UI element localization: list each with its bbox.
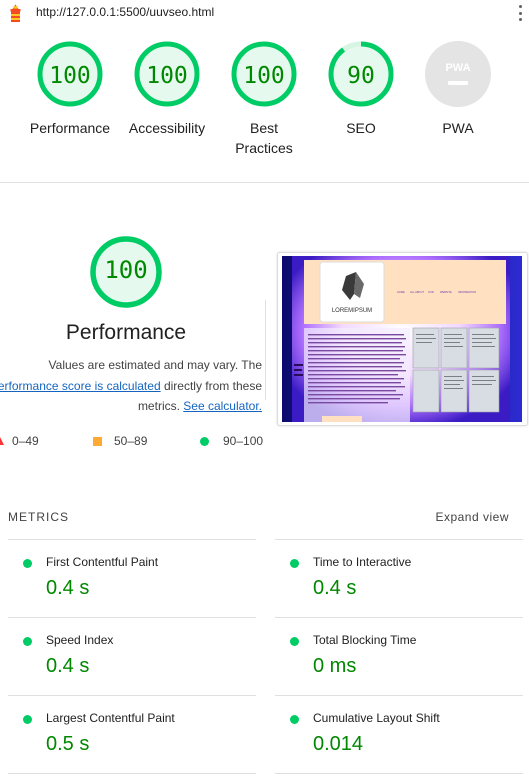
pass-circle-icon	[290, 715, 299, 724]
gauge-accessibility[interactable]: 100 Accessibility	[117, 40, 217, 138]
url-bar: http://127.0.0.1:5500/uuvseo.html	[0, 0, 529, 26]
metric-value: 0.014	[313, 733, 364, 755]
metric-value: 0.5 s	[46, 733, 90, 755]
gauge-score: 100	[243, 63, 285, 89]
pwa-icon: PWA	[425, 41, 491, 107]
metric-first-contentful-paint: First Contentful Paint 0.4 s	[8, 540, 248, 616]
pass-circle-icon	[200, 436, 209, 446]
score-legend: 0–49 50–89 90–100	[0, 431, 529, 451]
metric-speed-index: Speed Index 0.4 s	[8, 618, 248, 694]
legend-pass: 90–100	[200, 434, 263, 448]
metric-value: 0.4 s	[313, 577, 357, 599]
pass-circle-icon	[23, 715, 32, 724]
metric-cumulative-layout-shift: Cumulative Layout Shift 0.014	[275, 696, 515, 772]
expand-view-button[interactable]: Expand view	[435, 510, 509, 524]
metric-largest-contentful-paint: Largest Contentful Paint 0.5 s	[8, 696, 248, 772]
gauge-performance[interactable]: 100 Performance	[20, 40, 120, 138]
divider	[265, 300, 266, 400]
gauge-label: PWA	[442, 120, 474, 136]
legend-average: 50–89	[93, 434, 147, 448]
pass-circle-icon	[23, 559, 32, 568]
legend-range: 50–89	[114, 434, 148, 448]
gauge-seo[interactable]: 90 SEO	[311, 40, 411, 138]
metric-title: First Contentful Paint	[46, 555, 159, 569]
metric-total-blocking-time: Total Blocking Time 0 ms	[275, 618, 515, 694]
divider	[0, 182, 529, 183]
final-screenshot: LOREMIPSUM HOME ALL ABOUT OUR WEBSITE IN…	[282, 256, 522, 422]
average-square-icon	[93, 436, 102, 446]
svg-text:PWA: PWA	[445, 62, 470, 74]
desc-text: Values are estimated and may vary. The	[48, 358, 262, 372]
screenshot-nav-item: OUR	[428, 290, 434, 294]
screenshot-nav-item: ALL ABOUT	[410, 290, 424, 294]
gauge-best-practices[interactable]: 100 Best Practices	[214, 40, 314, 158]
pass-circle-icon	[290, 637, 299, 646]
gauge-score: 100	[104, 256, 148, 284]
gauge-label: Best Practices	[235, 120, 293, 156]
pass-circle-icon	[23, 637, 32, 646]
metric-value: 0 ms	[313, 655, 357, 677]
page-url: http://127.0.0.1:5500/uuvseo.html	[36, 5, 215, 19]
gauge-label: Accessibility	[128, 120, 206, 136]
gauge-label: SEO	[346, 120, 376, 136]
screenshot-nav-item: WEBSITE	[440, 290, 452, 294]
legend-fail: 0–49	[0, 434, 39, 448]
screenshot-nav-item: HOME	[397, 290, 405, 294]
gauge-pwa[interactable]: PWA PWA	[408, 40, 508, 138]
metric-title: Total Blocking Time	[313, 633, 417, 647]
gauge-score: 90	[347, 63, 375, 89]
metric-value: 0.4 s	[46, 655, 90, 677]
metric-title: Speed Index	[46, 633, 114, 647]
divider	[8, 773, 256, 774]
metric-title: Time to Interactive	[313, 555, 412, 569]
legend-range: 90–100	[223, 434, 264, 448]
see-calculator-link[interactable]: See calculator.	[183, 399, 262, 413]
screenshot-nav-item: INFORMATION	[458, 290, 476, 294]
metrics-header: METRICS	[8, 510, 69, 524]
gauge-score: 100	[49, 63, 91, 89]
lighthouse-logo-icon	[10, 4, 21, 22]
divider	[275, 773, 523, 774]
metric-value: 0.4 s	[46, 577, 90, 599]
gauge-label: Performance	[29, 120, 111, 136]
performance-gauge: 100	[88, 234, 164, 310]
gauge-score: 100	[146, 63, 188, 89]
category-title: Performance	[65, 321, 187, 344]
category-description: Values are estimated and may vary. The e…	[0, 355, 262, 417]
score-gauges: 100 Performance 100 Accessibility 100 Be…	[0, 40, 529, 170]
score-calculated-link[interactable]: erformance score is calculated	[0, 379, 161, 393]
metric-time-to-interactive: Time to Interactive 0.4 s	[275, 540, 515, 616]
screenshot-logo-text: LOREMIPSUM	[332, 308, 372, 314]
pass-circle-icon	[290, 559, 299, 568]
metric-title: Cumulative Layout Shift	[313, 711, 440, 725]
menu-kebab-icon[interactable]	[519, 4, 523, 22]
fail-triangle-icon	[0, 437, 4, 445]
legend-range: 0–49	[12, 434, 39, 448]
metric-title: Largest Contentful Paint	[46, 711, 175, 725]
screenshot-image: LOREMIPSUM HOME ALL ABOUT OUR WEBSITE IN…	[282, 256, 522, 422]
